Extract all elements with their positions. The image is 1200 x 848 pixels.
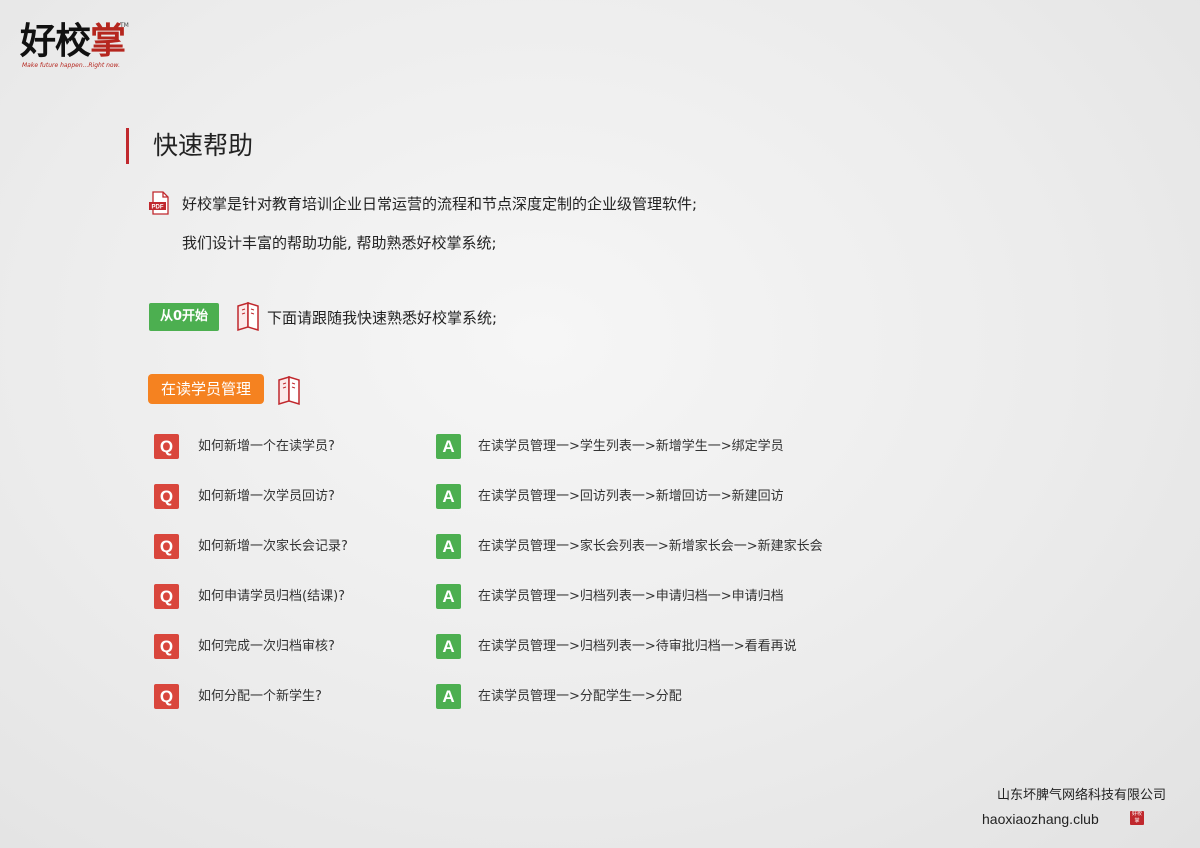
pdf-icon: PDF	[149, 191, 169, 215]
pdf-icon-label: PDF	[152, 205, 164, 211]
intro-line-2: 我们设计丰富的帮助功能, 帮助熟悉好校掌系统;	[182, 234, 497, 252]
qa-row: Q 如何新增一个在读学员? A 在读学员管理一>学生列表一>新增学生一>绑定学员	[0, 434, 1200, 462]
question-badge: Q	[154, 434, 179, 459]
answer-text: 在读学员管理一>归档列表一>申请归档一>申请归档	[478, 589, 784, 604]
question-text: 如何新增一次家长会记录?	[198, 539, 348, 554]
question-badge: Q	[154, 684, 179, 709]
question-badge: Q	[154, 484, 179, 509]
book-icon	[237, 301, 259, 331]
question-text: 如何申请学员归档(结课)?	[198, 589, 346, 604]
logo-slogan: Make future happen...Right now.	[22, 62, 120, 69]
qa-row: Q 如何申请学员归档(结课)? A 在读学员管理一>归档列表一>申请归档一>申请…	[0, 584, 1200, 612]
answer-badge: A	[436, 684, 461, 709]
answer-badge: A	[436, 484, 461, 509]
page-title: 快速帮助	[153, 131, 254, 160]
footer-logo-icon: 好校掌	[1130, 811, 1144, 825]
qa-row: Q 如何新增一次学员回访? A 在读学员管理一>回访列表一>新增回访一>新建回访	[0, 484, 1200, 512]
question-text: 如何新增一个在读学员?	[198, 439, 335, 454]
answer-text: 在读学员管理一>学生列表一>新增学生一>绑定学员	[478, 439, 784, 454]
book-icon	[278, 375, 300, 405]
answer-text: 在读学员管理一>归档列表一>待审批归档一>看看再说	[478, 639, 797, 654]
question-text: 如何新增一次学员回访?	[198, 489, 335, 504]
qa-row: Q 如何分配一个新学生? A 在读学员管理一>分配学生一>分配	[0, 684, 1200, 712]
question-badge: Q	[154, 534, 179, 559]
start-text: 下面请跟随我快速熟悉好校掌系统;	[267, 309, 498, 327]
title-accent-bar	[126, 128, 129, 164]
answer-badge: A	[436, 584, 461, 609]
answer-badge: A	[436, 434, 461, 459]
start-badge: 从0开始	[149, 303, 219, 331]
logo-wordmark: 好校掌	[20, 22, 130, 62]
logo-black-part: 好校	[20, 21, 91, 62]
question-badge: Q	[154, 584, 179, 609]
question-badge: Q	[154, 634, 179, 659]
intro-line-1: 好校掌是针对教育培训企业日常运营的流程和节点深度定制的企业级管理软件;	[182, 195, 698, 213]
question-text: 如何完成一次归档审核?	[198, 639, 335, 654]
section-badge: 在读学员管理	[148, 374, 264, 404]
qa-row: Q 如何完成一次归档审核? A 在读学员管理一>归档列表一>待审批归档一>看看再…	[0, 634, 1200, 662]
answer-badge: A	[436, 634, 461, 659]
brand-logo: 好校掌 TM Make future happen...Right now.	[20, 22, 130, 70]
question-text: 如何分配一个新学生?	[198, 689, 322, 704]
answer-badge: A	[436, 534, 461, 559]
answer-text: 在读学员管理一>分配学生一>分配	[478, 689, 682, 704]
website-url: haoxiaozhang.club	[982, 811, 1099, 827]
answer-text: 在读学员管理一>回访列表一>新增回访一>新建回访	[478, 489, 784, 504]
company-name: 山东坏脾气网络科技有限公司	[996, 788, 1166, 803]
qa-row: Q 如何新增一次家长会记录? A 在读学员管理一>家长会列表一>新增家长会一>新…	[0, 534, 1200, 562]
logo-trademark: TM	[120, 22, 129, 29]
answer-text: 在读学员管理一>家长会列表一>新增家长会一>新建家长会	[478, 539, 823, 554]
